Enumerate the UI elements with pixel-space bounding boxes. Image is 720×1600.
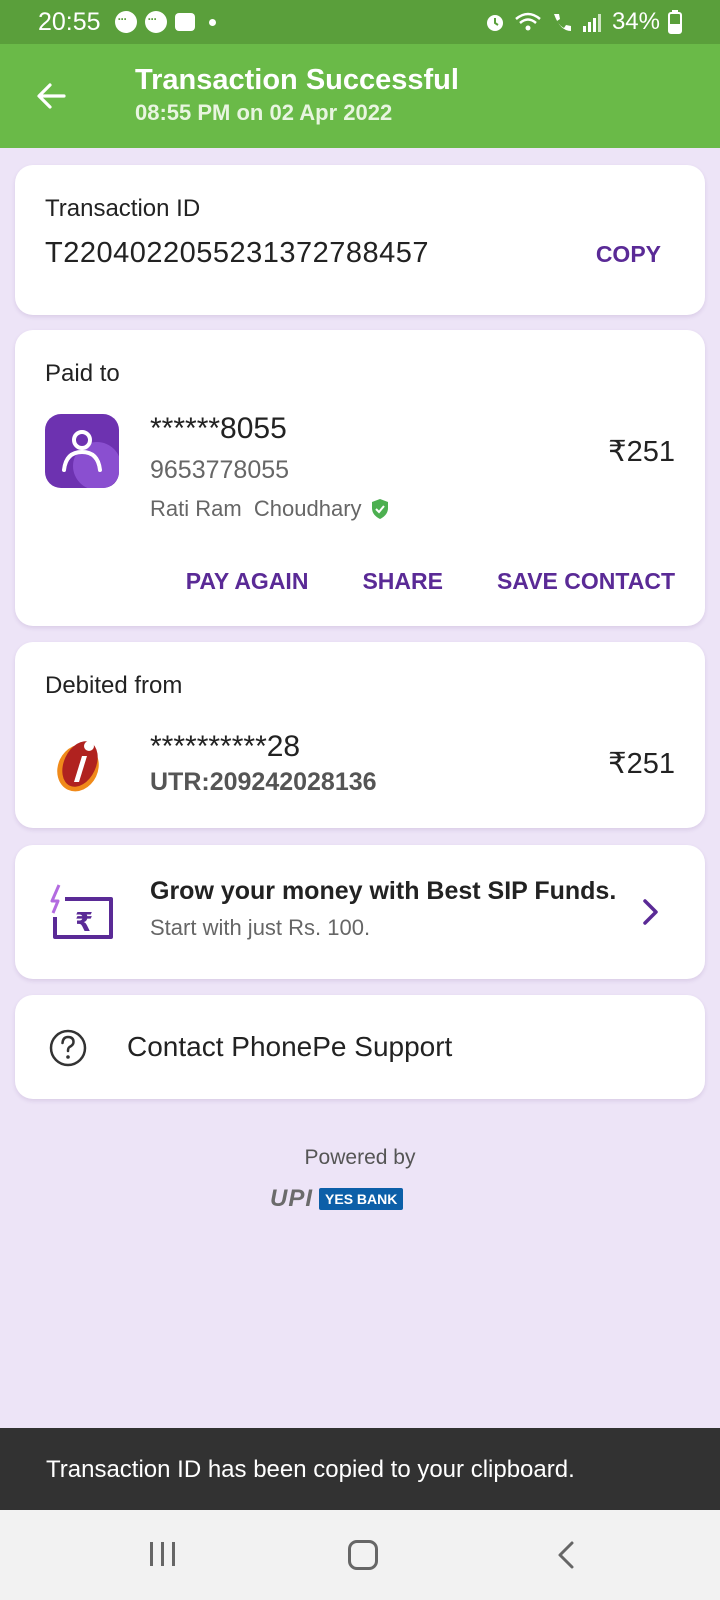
- arrow-left-icon[interactable]: [34, 78, 70, 114]
- payee-actions: PAY AGAIN SHARE SAVE CONTACT: [186, 568, 675, 595]
- alarm-icon: [486, 15, 503, 31]
- paid-to-card: Paid to ******8055 9653778055 Rati Ram C…: [15, 330, 705, 626]
- wifi-call-icon: [515, 12, 541, 31]
- sip-promo-card[interactable]: ₹ Grow your money with Best SIP Funds. S…: [15, 845, 705, 979]
- home-icon[interactable]: [348, 1540, 378, 1570]
- chat-bubble-icon: [144, 11, 167, 33]
- pay-again-button[interactable]: PAY AGAIN: [186, 568, 309, 595]
- system-nav-bar: [0, 1510, 720, 1600]
- payee-masked-number: ******8055: [150, 412, 287, 445]
- svg-text:₹: ₹: [75, 908, 93, 938]
- payee-name-row: Rati Ram Choudhary: [150, 496, 390, 522]
- paid-to-label: Paid to: [45, 360, 120, 387]
- page-title: Transaction Successful: [135, 64, 459, 96]
- debited-from-label: Debited from: [45, 672, 183, 699]
- person-icon: [62, 430, 119, 488]
- paid-amount: ₹251: [608, 436, 675, 468]
- payee-phone: 9653778055: [150, 456, 290, 484]
- upi-logo: UPI: [270, 1185, 314, 1212]
- dot-icon: [208, 18, 216, 26]
- contact-support-label: Contact PhonePe Support: [127, 1031, 453, 1062]
- call-icon: [553, 14, 571, 31]
- save-contact-button[interactable]: SAVE CONTACT: [497, 568, 675, 595]
- signal-icon: [582, 14, 601, 32]
- contact-support-card[interactable]: Contact PhonePe Support: [15, 995, 705, 1099]
- transaction-datetime: 08:55 PM on 02 Apr 2022: [135, 100, 393, 125]
- verified-shield-icon: [371, 499, 388, 519]
- recent-apps-icon[interactable]: [148, 1540, 178, 1568]
- transaction-id-value: T2204022055231372788457: [45, 237, 430, 269]
- battery-icon: [668, 10, 682, 34]
- chevron-right-icon[interactable]: [641, 897, 661, 927]
- snackbar-message: Transaction ID has been copied to your c…: [0, 1428, 720, 1510]
- contact-avatar: [45, 414, 119, 488]
- yes-bank-logo: YES BANK: [319, 1188, 404, 1210]
- utr-number: UTR:209242028136: [150, 768, 377, 796]
- rupee-wallet-icon: ₹: [50, 884, 113, 939]
- back-icon[interactable]: [556, 1540, 576, 1570]
- notification-icons: [114, 11, 216, 33]
- copy-button[interactable]: COPY: [596, 241, 661, 268]
- transaction-id-label: Transaction ID: [45, 195, 201, 222]
- debited-amount: ₹251: [608, 748, 675, 780]
- payee-name: Rati Ram Choudhary: [150, 496, 362, 521]
- message-icon: [174, 13, 195, 31]
- promo-subtitle: Start with just Rs. 100.: [150, 915, 371, 940]
- share-button[interactable]: SHARE: [362, 568, 443, 595]
- debited-from-card: Debited from **********28 UTR:2092420281…: [15, 642, 705, 828]
- status-time: 20:55: [38, 7, 101, 36]
- icici-bank-logo-icon: [57, 741, 99, 792]
- help-circle-icon: [49, 1029, 87, 1067]
- partner-logos: UPI YES BANK: [270, 1184, 450, 1214]
- powered-by-text: Powered by: [304, 1146, 416, 1169]
- battery-percent: 34%: [611, 8, 660, 35]
- transaction-id-card: Transaction ID T2204022055231372788457 C…: [15, 165, 705, 315]
- account-masked-number: **********28: [150, 730, 301, 763]
- app-header: Transaction Successful 08:55 PM on 02 Ap…: [0, 44, 720, 148]
- promo-title: Grow your money with Best SIP Funds.: [150, 877, 617, 905]
- system-icons: 34%: [484, 8, 682, 36]
- status-bar: 20:55 34%: [0, 0, 720, 44]
- chat-bubble-icon: [114, 11, 137, 33]
